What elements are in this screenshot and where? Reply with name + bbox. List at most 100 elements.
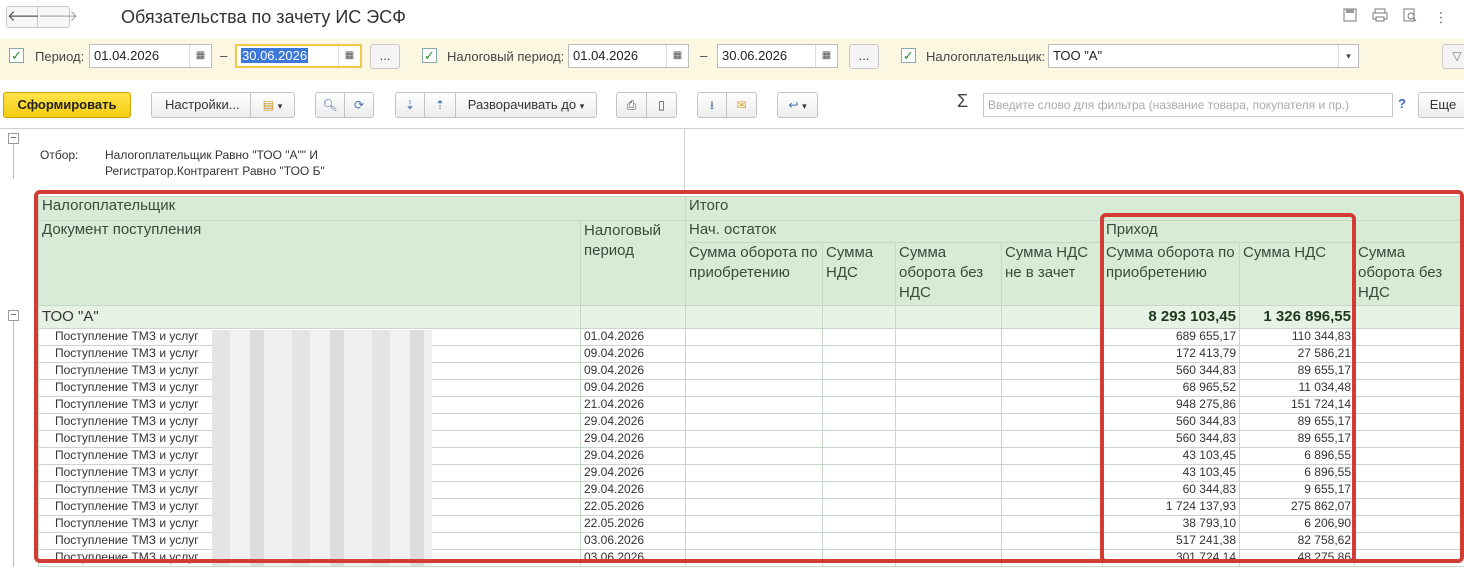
period-from-field[interactable]: 01.04.2026 ▦: [89, 44, 212, 68]
settings-button[interactable]: Настройки...: [151, 92, 251, 118]
period-cell: 29.04.2026: [581, 414, 686, 431]
taxpayer-label: Налогоплательщик:: [926, 49, 1045, 64]
filter-icon[interactable]: ▽: [1442, 44, 1464, 69]
redacted-area: [212, 330, 432, 566]
calendar-icon[interactable]: ▦: [338, 46, 360, 66]
vat-cell: 275 862,07: [1240, 499, 1355, 516]
sum-cell: 43 103,45: [1103, 465, 1240, 482]
calendar-icon[interactable]: ▦: [189, 45, 211, 67]
filter-line: Регистратор.Контрагент Равно "ТОО Б": [105, 163, 325, 179]
taxpayer-value: ТОО "А": [1053, 48, 1102, 63]
go-to-button[interactable]: ↩ ▾: [777, 92, 818, 118]
print-preview-button[interactable]: ▯: [646, 92, 677, 118]
expand-button[interactable]: ⇡: [424, 92, 456, 118]
tax-period-label: Налоговый период:: [447, 49, 564, 64]
sum-cell: 60 344,83: [1103, 482, 1240, 499]
tax-period-select-button[interactable]: ...: [849, 44, 879, 69]
calendar-icon[interactable]: ▦: [815, 45, 837, 67]
search-advanced-button[interactable]: ⟳: [344, 92, 374, 118]
forward-arrow-icon[interactable]: 🡒: [38, 6, 70, 28]
column-separator: [684, 129, 685, 193]
collapse-button[interactable]: ⇣: [395, 92, 425, 118]
send-email-button[interactable]: ✉: [726, 92, 757, 118]
page-title: Обязательства по зачету ИС ЭСФ: [121, 7, 406, 28]
help-icon[interactable]: ?: [1398, 96, 1406, 111]
sum-cell: 689 655,17: [1103, 329, 1240, 346]
period-cell: 03.06.2026: [581, 533, 686, 550]
more-vertical-icon[interactable]: ⋮: [1432, 8, 1450, 26]
sum-icon[interactable]: Σ: [957, 91, 968, 112]
sum-cell: 517 241,38: [1103, 533, 1240, 550]
period-cell: 01.04.2026: [581, 329, 686, 346]
save-file-button[interactable]: ⭳: [697, 92, 727, 118]
tax-period-from-field[interactable]: 01.04.2026 ▦: [568, 44, 689, 68]
period-to-field[interactable]: 30.06.2026 ▦: [235, 44, 362, 68]
vat-cell: 6 896,55: [1240, 465, 1355, 482]
group-income-vat: 1 326 896,55: [1240, 306, 1355, 329]
tax-period-checkbox[interactable]: ✓: [422, 48, 437, 63]
filter-bar: ✓ Период: 01.04.2026 ▦ – 30.06.2026 ▦ ..…: [0, 38, 1464, 80]
vat-cell: 151 724,14: [1240, 397, 1355, 414]
sum-cell: 948 275,86: [1103, 397, 1240, 414]
vat-cell: 48 275,86: [1240, 550, 1355, 567]
vat-cell: 6 206,90: [1240, 516, 1355, 533]
sum-cell: 560 344,83: [1103, 363, 1240, 380]
tax-period-to-field[interactable]: 30.06.2026 ▦: [717, 44, 838, 68]
print-button[interactable]: ⎙: [616, 92, 647, 118]
col-header-income: Приход: [1103, 221, 1355, 243]
tax-period-from-value: 01.04.2026: [573, 48, 638, 63]
sum-cell: 68 965,52: [1103, 380, 1240, 397]
outline-line: [13, 316, 14, 567]
expand-levels-icon: ⇡: [435, 93, 445, 117]
col-header-tax-period: Налоговый период: [581, 221, 686, 306]
vat-cell: 9 655,17: [1240, 482, 1355, 499]
search-button[interactable]: 🔍︎: [315, 92, 345, 118]
more-button[interactable]: Еще: [1418, 92, 1464, 118]
sum-cell: 560 344,83: [1103, 431, 1240, 448]
sum-cell: 1 724 137,93: [1103, 499, 1240, 516]
print-icon[interactable]: [1371, 8, 1389, 26]
period-cell: 09.04.2026: [581, 346, 686, 363]
header-row: Налогоплательщик Итого: [39, 197, 1464, 221]
period-cell: 22.05.2026: [581, 516, 686, 533]
period-cell: 21.04.2026: [581, 397, 686, 414]
variants-dropdown-button[interactable]: ▤ ▾: [250, 92, 295, 118]
period-cell: 29.04.2026: [581, 465, 686, 482]
filter-search-input[interactable]: Введите слово для фильтра (название това…: [983, 93, 1393, 117]
period-checkbox[interactable]: ✓: [9, 48, 24, 63]
header-row: Документ поступления Налоговый период На…: [39, 221, 1464, 243]
col-header-total: Итого: [686, 197, 1464, 221]
period-to-value: 30.06.2026: [241, 48, 308, 63]
filter-caption: Отбор:: [40, 147, 78, 163]
back-arrow-icon[interactable]: 🡐: [6, 6, 38, 28]
period-select-button[interactable]: ...: [370, 44, 400, 69]
period-cell: 29.04.2026: [581, 431, 686, 448]
period-dash: –: [220, 48, 227, 63]
collapse-levels-icon: ⇣: [405, 93, 415, 117]
save-icon[interactable]: [1341, 8, 1359, 26]
collapse-group-icon[interactable]: −: [8, 310, 19, 321]
col-header-sum-vat: Сумма НДС: [823, 243, 896, 306]
col-header-sum-purchase: Сумма оборота по приобретению: [686, 243, 823, 306]
chevron-down-icon[interactable]: ▾: [1338, 45, 1358, 67]
calendar-icon[interactable]: ▦: [666, 45, 688, 67]
vat-cell: 11 034,48: [1240, 380, 1355, 397]
period-cell: 09.04.2026: [581, 363, 686, 380]
generate-button[interactable]: Сформировать: [3, 92, 131, 118]
return-arrow-icon: ↩: [788, 93, 798, 117]
expand-to-dropdown[interactable]: Разворачивать до ▾: [455, 92, 597, 118]
search-refresh-icon: ⟳: [354, 93, 364, 117]
chevron-down-icon: ▾: [802, 101, 807, 111]
taxpayer-select[interactable]: ТОО "А" ▾: [1048, 44, 1359, 68]
chevron-down-icon: ▾: [580, 101, 585, 111]
chevron-down-icon: ▾: [278, 101, 283, 111]
col-header-vat-not-credit: Сумма НДС не в зачет: [1002, 243, 1103, 306]
taxpayer-checkbox[interactable]: ✓: [901, 48, 916, 63]
collapse-group-icon[interactable]: −: [8, 133, 19, 144]
col-header-document: Документ поступления: [39, 221, 581, 306]
group-row[interactable]: ТОО "А" 8 293 103,45 1 326 896,55: [39, 306, 1464, 329]
vat-cell: 89 655,17: [1240, 414, 1355, 431]
preview-icon[interactable]: [1401, 8, 1419, 26]
col-header-taxpayer: Налогоплательщик: [39, 197, 686, 221]
sum-cell: 38 793,10: [1103, 516, 1240, 533]
